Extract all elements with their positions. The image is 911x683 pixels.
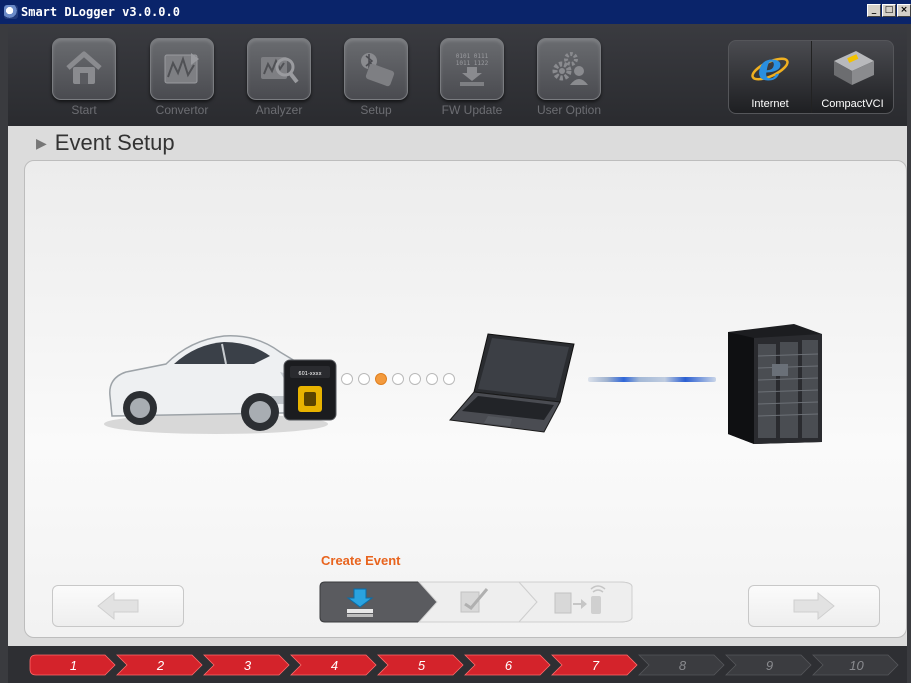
progress-step-9: 9	[725, 654, 812, 676]
progress-step-8: 8	[638, 654, 725, 676]
binary-download-icon: 0101 0111 1011 1122	[456, 53, 489, 86]
minimize-button[interactable]: _	[867, 4, 881, 17]
toolbar-start[interactable]: Start	[48, 38, 120, 128]
progress-step-6: 6	[464, 654, 551, 676]
toolbar-compactvci[interactable]: CompactVCI	[811, 41, 893, 113]
arrow-right-icon	[793, 591, 835, 621]
arrow-left-icon	[97, 591, 139, 621]
toolbar-setup-label: Setup	[360, 103, 392, 117]
toolbar-internet[interactable]: e Internet	[729, 41, 811, 113]
progress-step-4: 4	[290, 654, 377, 676]
toolbar-analyzer-label: Analyzer	[255, 103, 303, 117]
wizard-step-edit[interactable]	[417, 581, 538, 623]
progress-dot	[375, 373, 387, 385]
wizard-steps	[319, 581, 633, 623]
vci-device-icon	[833, 51, 874, 85]
progress-dot	[409, 373, 421, 385]
toolbar-fw-update[interactable]: 0101 0111 1011 1122 FW Update	[436, 38, 508, 128]
main-toolbar: Start Convertor Analyzer Setup 0101 0111…	[8, 24, 907, 126]
triangle-right-icon: ▶	[36, 134, 47, 151]
progress-step-7: 7	[551, 654, 638, 676]
progress-step-label: 2	[156, 658, 165, 673]
toolbar-internet-label: Internet	[751, 98, 789, 110]
app-icon	[4, 5, 18, 19]
car-illustration: 601-xxxx	[104, 335, 337, 434]
svg-text:e: e	[758, 47, 782, 89]
progress-dot	[358, 373, 370, 385]
svg-text:0101 0111: 0101 0111	[456, 53, 489, 60]
device-label: 601-xxxx	[298, 371, 321, 377]
progress-step-3: 3	[203, 654, 290, 676]
network-link-line	[588, 377, 716, 382]
progress-step-10: 10	[812, 654, 899, 676]
progress-step-label: 9	[766, 658, 773, 673]
chart-convert-icon	[164, 53, 199, 84]
connection-progress-dots	[341, 373, 455, 385]
toolbar-user-option[interactable]: User Option	[533, 38, 605, 128]
internet-explorer-icon: e	[751, 44, 789, 89]
progress-step-5: 5	[377, 654, 464, 676]
progress-step-1: 1	[29, 654, 116, 676]
progress-step-label: 5	[418, 658, 426, 673]
toolbar-setup[interactable]: Setup	[340, 38, 412, 128]
server-illustration	[728, 324, 822, 444]
current-step-label: Create Event	[321, 553, 401, 568]
section-header: ▶ Event Setup	[8, 126, 907, 160]
progress-step-label: 4	[331, 658, 338, 673]
progress-step-label: 10	[849, 658, 864, 673]
window-controls: _ □ ×	[867, 4, 911, 17]
progress-dot	[426, 373, 438, 385]
obd-device: 601-xxxx	[283, 359, 337, 421]
window-title: Smart DLogger v3.0.0.0	[21, 5, 180, 19]
toolbar-convertor[interactable]: Convertor	[146, 38, 218, 128]
laptop-illustration	[449, 333, 575, 433]
progress-dot	[341, 373, 353, 385]
close-button[interactable]: ×	[897, 4, 911, 17]
wizard-step-create[interactable]	[319, 581, 438, 623]
user-gear-icon	[552, 52, 588, 85]
previous-button[interactable]	[52, 585, 184, 627]
page-title: Event Setup	[54, 130, 175, 155]
maximize-button[interactable]: □	[882, 4, 896, 17]
toolbar-convertor-label: Convertor	[155, 103, 209, 117]
progress-step-label: 7	[592, 658, 600, 673]
next-button[interactable]	[748, 585, 880, 627]
toolbar-analyzer[interactable]: Analyzer	[243, 38, 315, 128]
progress-step-label: 3	[244, 658, 252, 673]
toolbar-start-label: Start	[71, 103, 97, 117]
progress-step-2: 2	[116, 654, 203, 676]
progress-steps-bar: 1 2 3 4 5 6 7 8 9 10	[8, 646, 907, 683]
toolbar-compactvci-label: CompactVCI	[821, 98, 884, 110]
right-toolbar: e Internet CompactVCI	[728, 40, 894, 114]
progress-dot	[392, 373, 404, 385]
device-bluetooth-icon	[361, 53, 395, 87]
progress-step-label: 8	[679, 658, 687, 673]
toolbar-fw-update-label: FW Update	[441, 103, 503, 117]
progress-step-label: 6	[505, 658, 513, 673]
magnifier-chart-icon	[261, 57, 299, 84]
toolbar-user-option-label: User Option	[536, 103, 602, 117]
progress-step-label: 1	[70, 658, 77, 673]
svg-text:1011 1122: 1011 1122	[456, 60, 489, 67]
title-bar: Smart DLogger v3.0.0.0 _ □ ×	[0, 0, 911, 24]
home-icon	[66, 51, 102, 84]
